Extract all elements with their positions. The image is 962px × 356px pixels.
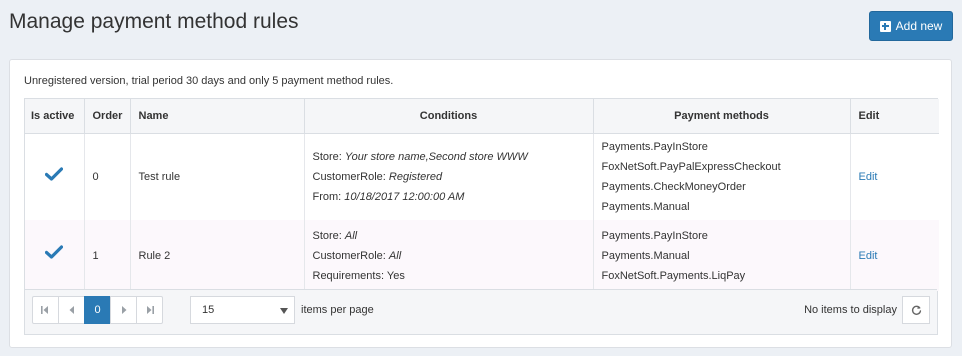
order-cell: 0 [84,133,131,220]
next-page-button[interactable] [110,296,137,324]
edit-link[interactable]: Edit [859,250,878,262]
condition-key: Store: [312,229,345,242]
order-cell: 1 [84,220,131,291]
column-header-is-active[interactable]: Is active [25,99,85,134]
condition-line: CustomerRole: Registered [313,167,585,187]
checkmark-icon [45,166,64,181]
rules-grid: Is active Order Name Conditions Payment … [24,98,939,335]
table-row[interactable]: 1 Rule 2 Store: All CustomerRole: All Re… [25,220,939,291]
condition-value: 10/18/2017 12:00:00 AM [344,191,465,203]
payment-method-item: FoxNetSoft.PayPalExpressCheckout [601,161,781,173]
pager: 0 15 items per page No items to display [25,289,937,334]
previous-page-button[interactable] [58,296,85,324]
table-header-row: Is active Order Name Conditions Payment … [25,99,939,134]
edit-cell: Edit [850,220,939,291]
first-page-icon [41,306,48,314]
column-header-name[interactable]: Name [130,99,305,134]
edit-link[interactable]: Edit [859,171,878,183]
dropdown-arrow-icon [280,308,288,314]
payment-method-item: FoxNetSoft.Payments.LiqPay [601,269,746,282]
column-header-edit[interactable]: Edit [850,99,939,134]
table-row[interactable]: 0 Test rule Store: Your store name,Secon… [25,133,939,220]
column-header-payment-methods[interactable]: Payment methods [593,99,851,134]
refresh-icon [911,305,921,315]
pager-buttons: 0 [32,296,163,324]
checkmark-icon [45,245,64,259]
current-page-button[interactable]: 0 [84,296,111,324]
items-per-page-label: items per page [301,304,374,316]
condition-value: All [344,229,358,242]
condition-line: CustomerRole: All [313,246,585,266]
edit-cell: Edit [850,133,939,220]
plus-square-icon [879,20,891,32]
column-header-conditions[interactable]: Conditions [304,99,594,134]
condition-line: Store: Your store name,Second store WWW [313,147,585,167]
condition-value: Your store name,Second store WWW [344,151,528,163]
condition-line: Store: All [313,226,585,246]
condition-key: CustomerRole: [312,249,389,262]
pager-status: No items to display [804,304,897,316]
last-page-button[interactable] [136,296,163,324]
payment-method-item: Payments.Manual [601,249,690,262]
payment-methods-cell: Payments.PayInStore FoxNetSoft.PayPalExp… [593,133,851,220]
is-active-cell [25,133,85,220]
page-size-value: 15 [202,304,215,316]
payment-method-item: Payments.PayInStore [601,141,708,153]
refresh-button[interactable] [902,296,930,324]
name-cell: Rule 2 [130,220,305,291]
condition-value: All [388,249,402,262]
previous-page-icon [69,306,74,314]
payment-method-item: Payments.Manual [601,201,690,213]
condition-key: CustomerRole: [312,171,389,183]
add-new-button[interactable]: Add new [869,11,953,41]
conditions-cell: Store: All CustomerRole: All Requirement… [304,220,594,291]
rules-panel: Unregistered version, trial period 30 da… [9,59,952,348]
condition-key: From: [312,191,345,203]
payment-method-item: Payments.PayInStore [601,229,708,242]
trial-notice: Unregistered version, trial period 30 da… [24,75,394,87]
column-header-order[interactable]: Order [84,99,131,134]
page-size-select[interactable]: 15 [190,296,295,324]
condition-key: Requirements: Yes [312,269,405,282]
next-page-icon [121,306,126,314]
conditions-cell: Store: Your store name,Second store WWW … [304,133,594,220]
name-cell: Test rule [130,133,305,220]
condition-line: Requirements: Yes [313,266,585,286]
payment-methods-cell: Payments.PayInStore Payments.Manual FoxN… [593,220,851,291]
payment-method-item: Payments.CheckMoneyOrder [601,181,746,193]
condition-line: From: 10/18/2017 12:00:00 AM [313,187,585,207]
last-page-icon [147,306,154,314]
rules-table: Is active Order Name Conditions Payment … [25,99,939,291]
add-new-label: Add new [895,19,943,33]
first-page-button[interactable] [32,296,59,324]
page-title: Manage payment method rules [9,10,299,33]
is-active-cell [25,220,85,291]
condition-value: Registered [388,171,443,183]
condition-key: Store: [312,151,345,163]
